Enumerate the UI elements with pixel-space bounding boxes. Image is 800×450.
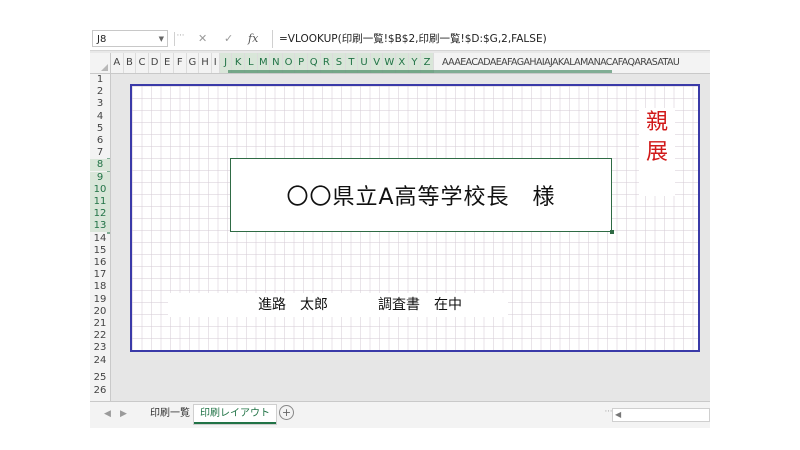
column-header-e[interactable]: E: [161, 53, 174, 73]
row-header-2[interactable]: 2: [90, 86, 110, 98]
sender-name: 進路 太郎: [258, 297, 328, 313]
row-header-15[interactable]: 15: [90, 245, 110, 257]
row-header-10[interactable]: 10: [90, 183, 110, 196]
column-header-i[interactable]: I: [212, 53, 220, 73]
column-header-d[interactable]: D: [149, 53, 162, 73]
insert-function-button[interactable]: fx: [248, 30, 258, 48]
row-header: 1 2 3 4 5 6 7 8 9 10 11 12 13 14 15 16 17 18 19 20 21 22 23 24 2…: [90, 74, 111, 401]
chevron-down-icon[interactable]: ▼: [159, 31, 164, 48]
spreadsheet-app: J8 ▼ ⋮ ✕ ✓ fx =VLOOKUP(印刷一覧!$B$2,印刷一覧!$D…: [90, 28, 710, 428]
cancel-icon[interactable]: ✕: [198, 30, 207, 48]
row-header-20[interactable]: 20: [90, 306, 110, 318]
stamp-char-1: 親: [645, 110, 668, 135]
row-header-25[interactable]: 25: [90, 372, 110, 384]
row-header-26[interactable]: 26: [90, 385, 110, 397]
name-box-value: J8: [97, 34, 107, 45]
document-note: 調査書 在中: [378, 297, 462, 313]
row-header-6[interactable]: 6: [90, 135, 110, 147]
column-header-h[interactable]: H: [199, 53, 212, 73]
sender-row[interactable]: 進路 太郎 調査書 在中: [168, 293, 508, 317]
formula-divider: [174, 32, 175, 46]
next-sheet-icon[interactable]: ▶: [120, 409, 127, 419]
scroll-left-icon[interactable]: ◀: [615, 409, 621, 421]
row-header-12[interactable]: 12: [90, 208, 110, 221]
sheet-tab-bar: ◀ ▶ 印刷一覧 印刷レイアウト + ⋮ ◀: [90, 401, 710, 428]
row-header-14[interactable]: 14: [90, 233, 110, 245]
row-header-8[interactable]: 8: [90, 159, 110, 172]
enter-icon[interactable]: ✓: [224, 30, 233, 48]
formula-bar: J8 ▼ ⋮ ✕ ✓ fx =VLOOKUP(印刷一覧!$B$2,印刷一覧!$D…: [90, 28, 710, 51]
tab-print-list[interactable]: 印刷一覧: [144, 405, 196, 422]
row-header-9[interactable]: 9: [90, 171, 110, 184]
prev-sheet-icon[interactable]: ◀: [104, 409, 111, 419]
column-header-f[interactable]: F: [174, 53, 187, 73]
select-all-button[interactable]: [90, 53, 111, 73]
sheet-area[interactable]: 親 展 〇〇県立A高等学校長 様 進路 太郎 調査書 在中: [111, 74, 710, 401]
row-header-1[interactable]: 1: [90, 74, 110, 86]
row-header-22[interactable]: 22: [90, 330, 110, 342]
row-header-5[interactable]: 5: [90, 123, 110, 135]
row-header-13[interactable]: 13: [90, 220, 110, 233]
column-header: ABCDEFGHIJKLMNOPQRSTUVWXYZ AAAEACADAEAFA…: [90, 53, 710, 74]
print-page[interactable]: 親 展 〇〇県立A高等学校長 様 進路 太郎 調査書 在中: [130, 84, 700, 352]
horizontal-scrollbar[interactable]: ◀: [612, 408, 710, 422]
recipient-cell[interactable]: 〇〇県立A高等学校長 様: [230, 158, 612, 232]
row-header-4[interactable]: 4: [90, 111, 110, 123]
row-header-17[interactable]: 17: [90, 269, 110, 281]
column-header-c[interactable]: C: [136, 53, 149, 73]
name-box[interactable]: J8 ▼: [92, 30, 168, 47]
row-header-19[interactable]: 19: [90, 294, 110, 306]
tab-print-layout[interactable]: 印刷レイアウト: [194, 405, 276, 424]
recipient-title: 〇〇県立A高等学校長 様: [286, 185, 556, 210]
fill-handle[interactable]: [610, 230, 614, 234]
row-header-21[interactable]: 21: [90, 318, 110, 330]
formula-input[interactable]: =VLOOKUP(印刷一覧!$B$2,印刷一覧!$D:$G,2,FALSE): [272, 30, 708, 48]
row-header-16[interactable]: 16: [90, 257, 110, 269]
confidential-stamp[interactable]: 親 展: [639, 108, 675, 196]
stamp-char-2: 展: [645, 140, 668, 165]
add-sheet-icon[interactable]: +: [279, 405, 294, 420]
drag-handle-icon[interactable]: ⋮: [176, 31, 185, 38]
row-header-24[interactable]: 24: [90, 355, 110, 367]
row-header-3[interactable]: 3: [90, 98, 110, 110]
row-header-23[interactable]: 23: [90, 342, 110, 354]
row-header-7[interactable]: 7: [90, 147, 110, 159]
row-header-11[interactable]: 11: [90, 196, 110, 208]
column-header-b[interactable]: B: [124, 53, 137, 73]
row-header-18[interactable]: 18: [90, 281, 110, 293]
column-header-a[interactable]: A: [111, 53, 124, 73]
column-header-g[interactable]: G: [187, 53, 200, 73]
column-selection-indicator: [228, 70, 612, 73]
